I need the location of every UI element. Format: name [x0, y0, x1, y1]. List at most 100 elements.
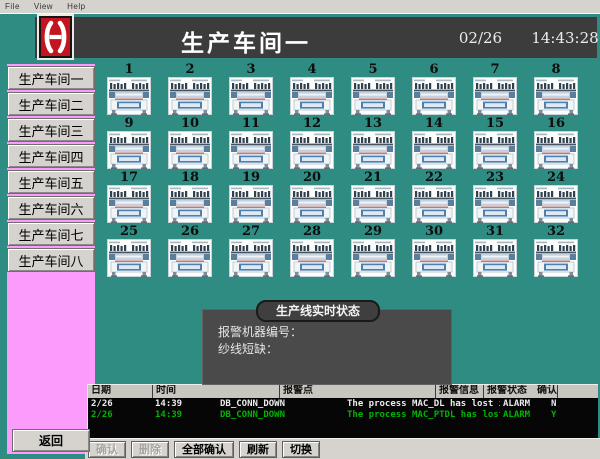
machine-number: 24 [534, 171, 578, 184]
machine-item[interactable]: 31 [473, 225, 517, 277]
toolbar-button[interactable]: 删除 [131, 441, 169, 458]
knitting-machine-icon [473, 185, 517, 223]
machine-item[interactable]: 8 [534, 63, 578, 115]
sidebar-item-workshop[interactable]: 生产车间一 [7, 66, 95, 90]
knitting-machine-icon [534, 239, 578, 277]
machine-item[interactable]: 11 [229, 117, 273, 169]
machine-item[interactable]: 26 [168, 225, 212, 277]
sidebar-item-workshop[interactable]: 生产车间八 [7, 248, 95, 272]
alarm-table-column-header: 日期 [88, 385, 153, 398]
alarm-date-cell: 2/26 [88, 399, 152, 410]
machine-item[interactable]: 21 [351, 171, 395, 223]
machine-item[interactable]: 2 [168, 63, 212, 115]
alarm-table-column-header: 报警点 [280, 385, 436, 398]
machine-item[interactable]: 18 [168, 171, 212, 223]
machine-number: 7 [473, 63, 517, 76]
menu-item[interactable]: File [5, 2, 20, 13]
sidebar-item-workshop[interactable]: 生产车间五 [7, 170, 95, 194]
machine-item[interactable]: 13 [351, 117, 395, 169]
table-row[interactable]: 2/26 14:39 DB_CONN_DOWN The process MAC_… [88, 399, 598, 410]
knitting-machine-icon [229, 131, 273, 169]
knitting-machine-icon [107, 77, 151, 115]
knitting-machine-icon [534, 77, 578, 115]
machine-item[interactable]: 32 [534, 225, 578, 277]
knitting-machine-icon [229, 77, 273, 115]
alarm-date-cell: 2/26 [88, 410, 152, 421]
machine-number: 15 [473, 117, 517, 130]
machine-item[interactable]: 15 [473, 117, 517, 169]
sidebar-item-workshop[interactable]: 生产车间三 [7, 118, 95, 142]
machine-item[interactable]: 28 [290, 225, 334, 277]
machine-item[interactable]: 19 [229, 171, 273, 223]
machine-number: 2 [168, 63, 212, 76]
machine-item[interactable]: 5 [351, 63, 395, 115]
toolbar-button[interactable]: 刷新 [239, 441, 277, 458]
knitting-machine-icon [473, 131, 517, 169]
machine-item[interactable]: 20 [290, 171, 334, 223]
knitting-machine-icon [534, 131, 578, 169]
knitting-machine-icon [412, 239, 456, 277]
alarm-table-header: 日期时间报警点报警信息报警状态确认 [88, 385, 598, 399]
knitting-machine-icon [229, 239, 273, 277]
machine-number: 27 [229, 225, 273, 238]
back-button[interactable]: 返回 [12, 429, 90, 452]
knitting-machine-icon [107, 131, 151, 169]
knitting-machine-icon [290, 185, 334, 223]
machine-number: 26 [168, 225, 212, 238]
machine-number: 23 [473, 171, 517, 184]
machine-number: 9 [107, 117, 151, 130]
sidebar-item-workshop[interactable]: 生产车间七 [7, 222, 95, 246]
machine-item[interactable]: 14 [412, 117, 456, 169]
machine-item[interactable]: 22 [412, 171, 456, 223]
machine-number: 17 [107, 171, 151, 184]
machine-number: 19 [229, 171, 273, 184]
machine-item[interactable]: 7 [473, 63, 517, 115]
machine-item[interactable]: 25 [107, 225, 151, 277]
knitting-machine-icon [107, 239, 151, 277]
machine-number: 28 [290, 225, 334, 238]
machine-item[interactable]: 17 [107, 171, 151, 223]
knitting-machine-icon [290, 77, 334, 115]
machine-number: 1 [107, 63, 151, 76]
menu-item[interactable]: View [34, 2, 53, 13]
toolbar-button[interactable]: 切换 [282, 441, 320, 458]
machine-item[interactable]: 27 [229, 225, 273, 277]
machine-number: 21 [351, 171, 395, 184]
machine-number: 14 [412, 117, 456, 130]
machine-item[interactable]: 1 [107, 63, 151, 115]
machine-number: 22 [412, 171, 456, 184]
table-row[interactable]: 2/26 14:39 DB_CONN_DOWN The process MAC_… [88, 410, 598, 421]
knitting-machine-icon [534, 185, 578, 223]
machine-item[interactable]: 12 [290, 117, 334, 169]
knitting-machine-icon [168, 239, 212, 277]
machine-item[interactable]: 6 [412, 63, 456, 115]
machine-item[interactable]: 3 [229, 63, 273, 115]
sidebar-item-workshop[interactable]: 生产车间六 [7, 196, 95, 220]
knitting-machine-icon [412, 77, 456, 115]
machine-item[interactable]: 16 [534, 117, 578, 169]
sidebar-item-workshop[interactable]: 生产车间四 [7, 144, 95, 168]
machine-item[interactable]: 30 [412, 225, 456, 277]
company-logo-icon [37, 14, 74, 60]
toolbar-button[interactable]: 确认 [88, 441, 126, 458]
alarm-table-column-header: 确认 [534, 385, 558, 398]
machine-item[interactable]: 23 [473, 171, 517, 223]
workshop-button-list: 生产车间一生产车间二生产车间三生产车间四生产车间五生产车间六生产车间七生产车间八 [7, 66, 95, 272]
toolbar-button[interactable]: 全部确认 [174, 441, 234, 458]
machine-number: 31 [473, 225, 517, 238]
machine-item[interactable]: 9 [107, 117, 151, 169]
machine-item[interactable]: 24 [534, 171, 578, 223]
machine-item[interactable]: 4 [290, 63, 334, 115]
knitting-machine-icon [473, 239, 517, 277]
alarm-message-cell: The process MAC_PTDL has lost its... [344, 410, 500, 421]
knitting-machine-icon [351, 185, 395, 223]
menu-item[interactable]: Help [67, 2, 85, 13]
alarm-ack-cell: N [548, 399, 598, 410]
machine-number: 16 [534, 117, 578, 130]
sidebar-item-workshop[interactable]: 生产车间二 [7, 92, 95, 116]
knitting-machine-icon [473, 77, 517, 115]
machine-item[interactable]: 29 [351, 225, 395, 277]
knitting-machine-icon [229, 185, 273, 223]
machine-item[interactable]: 10 [168, 117, 212, 169]
knitting-machine-icon [351, 131, 395, 169]
